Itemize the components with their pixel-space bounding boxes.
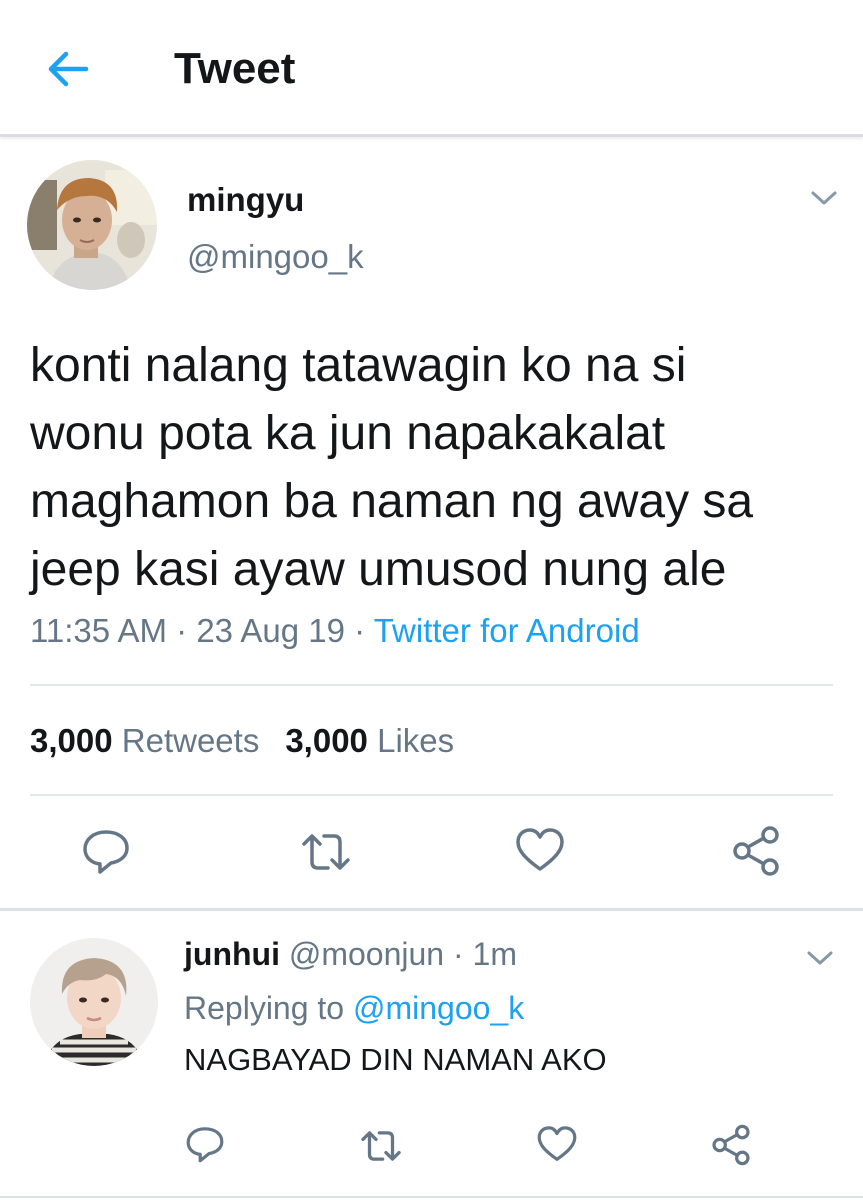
chevron-down-icon (811, 191, 837, 205)
reply-icon (83, 830, 129, 874)
arrow-left-icon (48, 51, 89, 87)
reply-author-name[interactable]: junhui (184, 936, 280, 972)
like-button[interactable] (514, 826, 566, 874)
reply-icon (186, 1127, 224, 1163)
retweets-stat[interactable]: 3,000 Retweets (30, 722, 259, 759)
replying-to-line: Replying to @mingoo_k (184, 990, 524, 1027)
chevron-down-icon (807, 951, 833, 965)
divider (30, 684, 833, 686)
heart-icon (516, 828, 564, 871)
author-name[interactable]: mingyu (187, 181, 304, 219)
divider (30, 794, 833, 796)
tweet-source-link[interactable]: Twitter for Android (374, 612, 640, 649)
section-divider (0, 908, 863, 911)
reply-button[interactable] (80, 826, 132, 876)
author-avatar[interactable] (27, 160, 157, 290)
retweets-label: Retweets (121, 722, 260, 759)
share-icon (733, 826, 779, 876)
replying-to-label: Replying to (184, 990, 345, 1026)
reply-retweet-button[interactable] (358, 1126, 404, 1166)
meta-separator: · (354, 612, 374, 649)
meta-separator: · (452, 936, 464, 972)
tweet-stats: 3,000 Retweets 3,000 Likes (30, 722, 454, 760)
page-title: Tweet (174, 44, 296, 93)
reply-share-button[interactable] (710, 1124, 752, 1166)
reply-time: 1m (472, 936, 517, 972)
share-icon (712, 1124, 750, 1166)
avatar-photo (30, 938, 158, 1066)
tweet-menu-button[interactable] (806, 186, 842, 210)
share-button[interactable] (730, 826, 782, 876)
heart-icon (537, 1126, 577, 1161)
retweets-count: 3,000 (30, 722, 113, 759)
back-button[interactable] (42, 46, 92, 92)
meta-separator: · (176, 612, 197, 649)
top-app-bar: Tweet (0, 0, 863, 137)
likes-stat[interactable]: 3,000 Likes (285, 722, 454, 759)
tweet-metadata: 11:35 AM · 23 Aug 19 · Twitter for Andro… (30, 612, 640, 650)
reply-author-handle[interactable]: @moonjun (289, 936, 444, 972)
likes-label: Likes (377, 722, 455, 759)
reply-author-avatar[interactable] (30, 938, 158, 1066)
reply-text: NAGBAYAD DIN NAMAN AKO (184, 1042, 607, 1077)
author-handle[interactable]: @mingoo_k (187, 238, 364, 276)
retweet-icon (361, 1131, 401, 1161)
tweet-date: 23 Aug 19 (196, 612, 345, 649)
tweet-time: 11:35 AM (30, 612, 167, 649)
reply-reply-button[interactable] (184, 1124, 226, 1164)
divider (0, 1196, 863, 1198)
reply-menu-button[interactable] (802, 946, 838, 970)
reply-header: junhui @moonjun · 1m (184, 936, 517, 973)
retweet-icon (302, 834, 350, 870)
retweet-button[interactable] (298, 828, 354, 876)
replying-to-mention[interactable]: @mingoo_k (353, 990, 524, 1026)
reply-like-button[interactable] (536, 1124, 578, 1164)
likes-count: 3,000 (285, 722, 368, 759)
tweet-text: konti nalang tatawagin ko na si wonu pot… (30, 339, 754, 596)
avatar-photo (27, 160, 157, 290)
